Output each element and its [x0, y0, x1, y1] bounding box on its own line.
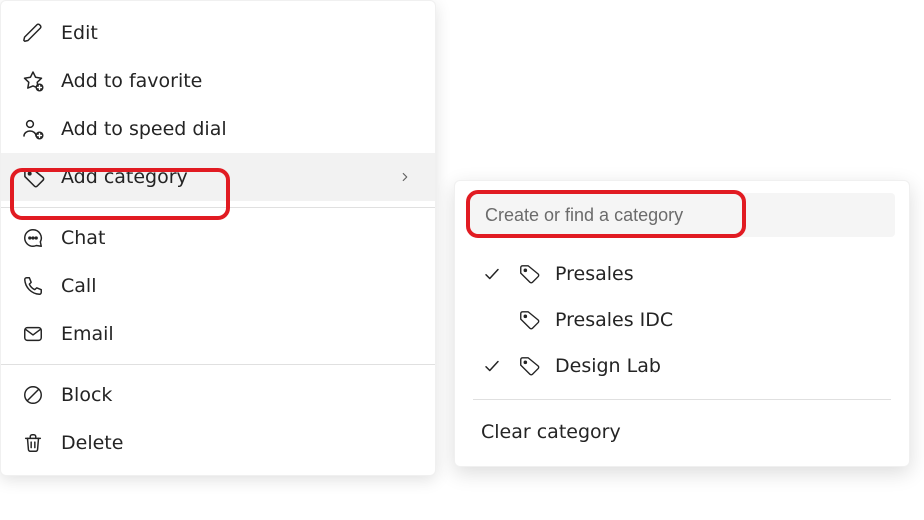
menu-item-call[interactable]: Call	[1, 262, 435, 310]
context-menu: Edit Add to favorite Add to speed dial	[0, 0, 436, 476]
star-add-icon	[21, 69, 45, 93]
category-item[interactable]: Design Lab	[469, 343, 895, 389]
menu-item-block[interactable]: Block	[1, 371, 435, 419]
menu-item-delete[interactable]: Delete	[1, 419, 435, 467]
menu-item-label: Call	[61, 275, 415, 297]
menu-item-label: Block	[61, 384, 415, 406]
menu-item-edit[interactable]: Edit	[1, 9, 435, 57]
menu-item-label: Delete	[61, 432, 415, 454]
tag-icon	[517, 355, 541, 377]
menu-item-label: Add category	[61, 166, 379, 188]
category-submenu: Presales Presales IDC Design	[454, 180, 910, 467]
clear-category-button[interactable]: Clear category	[469, 410, 895, 454]
menu-item-label: Add to speed dial	[61, 118, 415, 140]
edit-icon	[21, 21, 45, 45]
phone-icon	[21, 274, 45, 298]
mail-icon	[21, 322, 45, 346]
category-search-input[interactable]	[469, 193, 895, 237]
menu-separator	[1, 207, 435, 208]
block-icon	[21, 383, 45, 407]
menu-item-email[interactable]: Email	[1, 310, 435, 358]
menu-item-label: Edit	[61, 22, 415, 44]
menu-item-label: Add to favorite	[61, 70, 415, 92]
submenu-separator	[473, 399, 891, 400]
category-label: Presales	[555, 263, 634, 285]
category-label: Presales IDC	[555, 309, 673, 331]
category-item[interactable]: Presales IDC	[469, 297, 895, 343]
checkmark-icon	[481, 357, 503, 375]
tag-icon	[21, 165, 45, 189]
trash-icon	[21, 431, 45, 455]
menu-item-label: Email	[61, 323, 415, 345]
chevron-right-icon	[395, 170, 415, 184]
menu-separator	[1, 364, 435, 365]
tag-icon	[517, 263, 541, 285]
category-item[interactable]: Presales	[469, 251, 895, 297]
menu-item-label: Chat	[61, 227, 415, 249]
tag-icon	[517, 309, 541, 331]
menu-item-add-category[interactable]: Add category	[1, 153, 435, 201]
checkmark-icon	[481, 265, 503, 283]
chat-icon	[21, 226, 45, 250]
category-label: Design Lab	[555, 355, 661, 377]
menu-item-chat[interactable]: Chat	[1, 214, 435, 262]
category-list: Presales Presales IDC Design	[469, 251, 895, 389]
speed-dial-icon	[21, 117, 45, 141]
menu-item-favorite[interactable]: Add to favorite	[1, 57, 435, 105]
menu-item-speed-dial[interactable]: Add to speed dial	[1, 105, 435, 153]
clear-category-label: Clear category	[481, 421, 621, 443]
